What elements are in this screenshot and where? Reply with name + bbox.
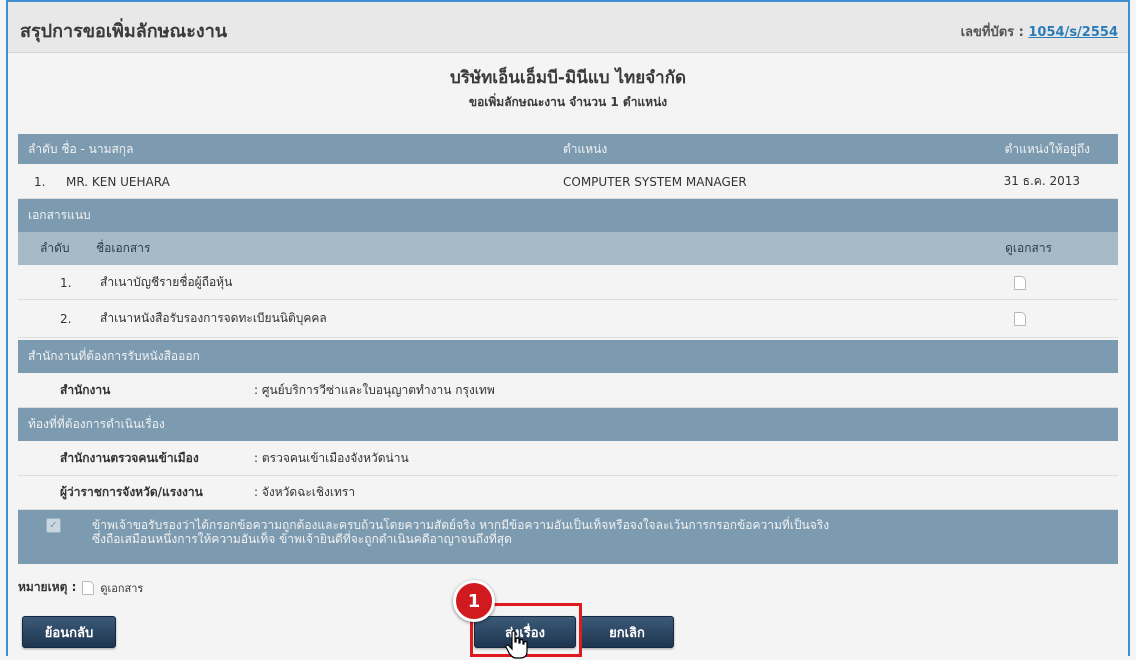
row-name: MR. KEN UEHARA — [66, 174, 170, 189]
declaration-box: ✓ ข้าพเจ้าขอรับรองว่าได้กรอกข้อความถูกต้… — [18, 510, 1118, 564]
col-no-name: ลำดับ ชื่อ - นามสกุล — [28, 141, 134, 156]
doc-no: 1. — [60, 275, 72, 290]
back-button[interactable]: ย้อนกลับ — [22, 616, 116, 648]
attachments-column-header: ลำดับ ชื่อเอกสาร ดูเอกสาร — [18, 232, 1118, 265]
company-name: บริษัทเอ็นเอ็มบี-มินีแบ ไทยจำกัด — [449, 68, 687, 88]
note-text: ดูเอกสาร — [100, 581, 144, 595]
document-icon — [1014, 311, 1026, 326]
doc-no: 2. — [60, 311, 72, 326]
list-item: 2. สำเนาหนังสือรับรองการจดทะเบียนนิติบุค… — [18, 300, 1118, 338]
declaration-line2: ซึ่งถือเสมือนหนึ่งการให้ความอันเท็จ ข้าพ… — [92, 532, 512, 546]
certificate-number: เลขที่บัตร : 1054/s/2554 — [961, 21, 1118, 42]
governor-label: ผู้ว่าราชการจังหวัด/แรงงาน — [60, 485, 203, 499]
col-doc-name: ชื่อเอกสาร — [96, 241, 151, 255]
doc-name: สำเนาบัญชีรายชื่อผู้ถือหุ้น — [100, 275, 233, 289]
document-icon — [82, 580, 95, 595]
page-title: สรุปการขอเพิ่มลักษณะงาน — [20, 21, 228, 42]
company-block: บริษัทเอ็นเอ็มบี-มินีแบ ไทยจำกัด ขอเพิ่ม… — [8, 64, 1128, 112]
note-label: หมายเหตุ : — [18, 580, 77, 594]
row-until: 31 ธ.ค. 2013 — [1003, 174, 1080, 188]
col-doc-view: ดูเอกสาร — [1005, 241, 1052, 255]
declaration-text: ข้าพเจ้าขอรับรองว่าได้กรอกข้อความถูกต้อง… — [92, 518, 829, 546]
company-subtitle: ขอเพิ่มลักษณะงาน จำนวน 1 ตำแหน่ง — [468, 95, 668, 109]
row-position: COMPUTER SYSTEM MANAGER — [563, 174, 747, 189]
document-icon — [1014, 275, 1026, 290]
col-doc-no: ลำดับ — [40, 241, 70, 255]
immigration-value: : ตรวจคนเข้าเมืองจังหวัดน่าน — [254, 451, 409, 465]
title-bar: สรุปการขอเพิ่มลักษณะงาน เลขที่บัตร : 105… — [8, 2, 1128, 53]
step-badge: 1 — [453, 580, 495, 622]
cancel-button[interactable]: ยกเลิก — [580, 616, 674, 648]
table-row: 1. MR. KEN UEHARA COMPUTER SYSTEM MANAGE… — [18, 165, 1118, 199]
location-title: ท้องที่ที่ต้องการดำเนินเรื่อง — [28, 417, 165, 431]
list-item: 1. สำเนาบัญชีรายชื่อผู้ถือหุ้น — [18, 266, 1118, 300]
immigration-row: สำนักงานตรวจคนเข้าเมือง : ตรวจคนเข้าเมือ… — [18, 442, 1118, 476]
page-frame: สรุปการขอเพิ่มลักษณะงาน เลขที่บัตร : 105… — [6, 0, 1130, 659]
certificate-label: เลขที่บัตร : — [960, 25, 1029, 40]
positions-header: ลำดับ ชื่อ - นามสกุล ตำแหน่ง ตำแหน่งให้อ… — [18, 134, 1118, 164]
col-until: ตำแหน่งให้อยู่ถึง — [1004, 141, 1090, 156]
declaration-line1: ข้าพเจ้าขอรับรองว่าได้กรอกข้อความถูกต้อง… — [92, 518, 830, 532]
col-position: ตำแหน่ง — [563, 141, 608, 156]
declaration-checkbox[interactable]: ✓ — [46, 518, 61, 533]
immigration-label: สำนักงานตรวจคนเข้าเมือง — [60, 451, 199, 465]
note: หมายเหตุ : ดูเอกสาร — [18, 578, 143, 597]
governor-row: ผู้ว่าราชการจังหวัด/แรงงาน : จังหวัดฉะเช… — [18, 476, 1118, 510]
certificate-link[interactable]: 1054/s/2554 — [1028, 25, 1118, 40]
office-value: : ศูนย์บริการวีซ่าและใบอนุญาตทำงาน กรุงเ… — [254, 383, 495, 397]
office-label: สำนักงาน — [60, 383, 111, 397]
doc-name: สำเนาหนังสือรับรองการจดทะเบียนนิติบุคคล — [100, 311, 327, 325]
office-title: สำนักงานที่ต้องการรับหนังสือออก — [28, 349, 200, 363]
location-header: ท้องที่ที่ต้องการดำเนินเรื่อง — [18, 408, 1118, 441]
view-doc-button[interactable] — [1014, 300, 1026, 337]
view-doc-button[interactable] — [1014, 266, 1026, 299]
office-row: สำนักงาน : ศูนย์บริการวีซ่าและใบอนุญาตทำ… — [18, 374, 1118, 408]
attachments-title: เอกสารแนบ — [28, 208, 91, 222]
governor-value: : จังหวัดฉะเชิงเทรา — [254, 485, 356, 499]
attachments-header: เอกสารแนบ — [18, 199, 1118, 232]
row-no: 1. — [34, 174, 46, 189]
office-header: สำนักงานที่ต้องการรับหนังสือออก — [18, 340, 1118, 373]
